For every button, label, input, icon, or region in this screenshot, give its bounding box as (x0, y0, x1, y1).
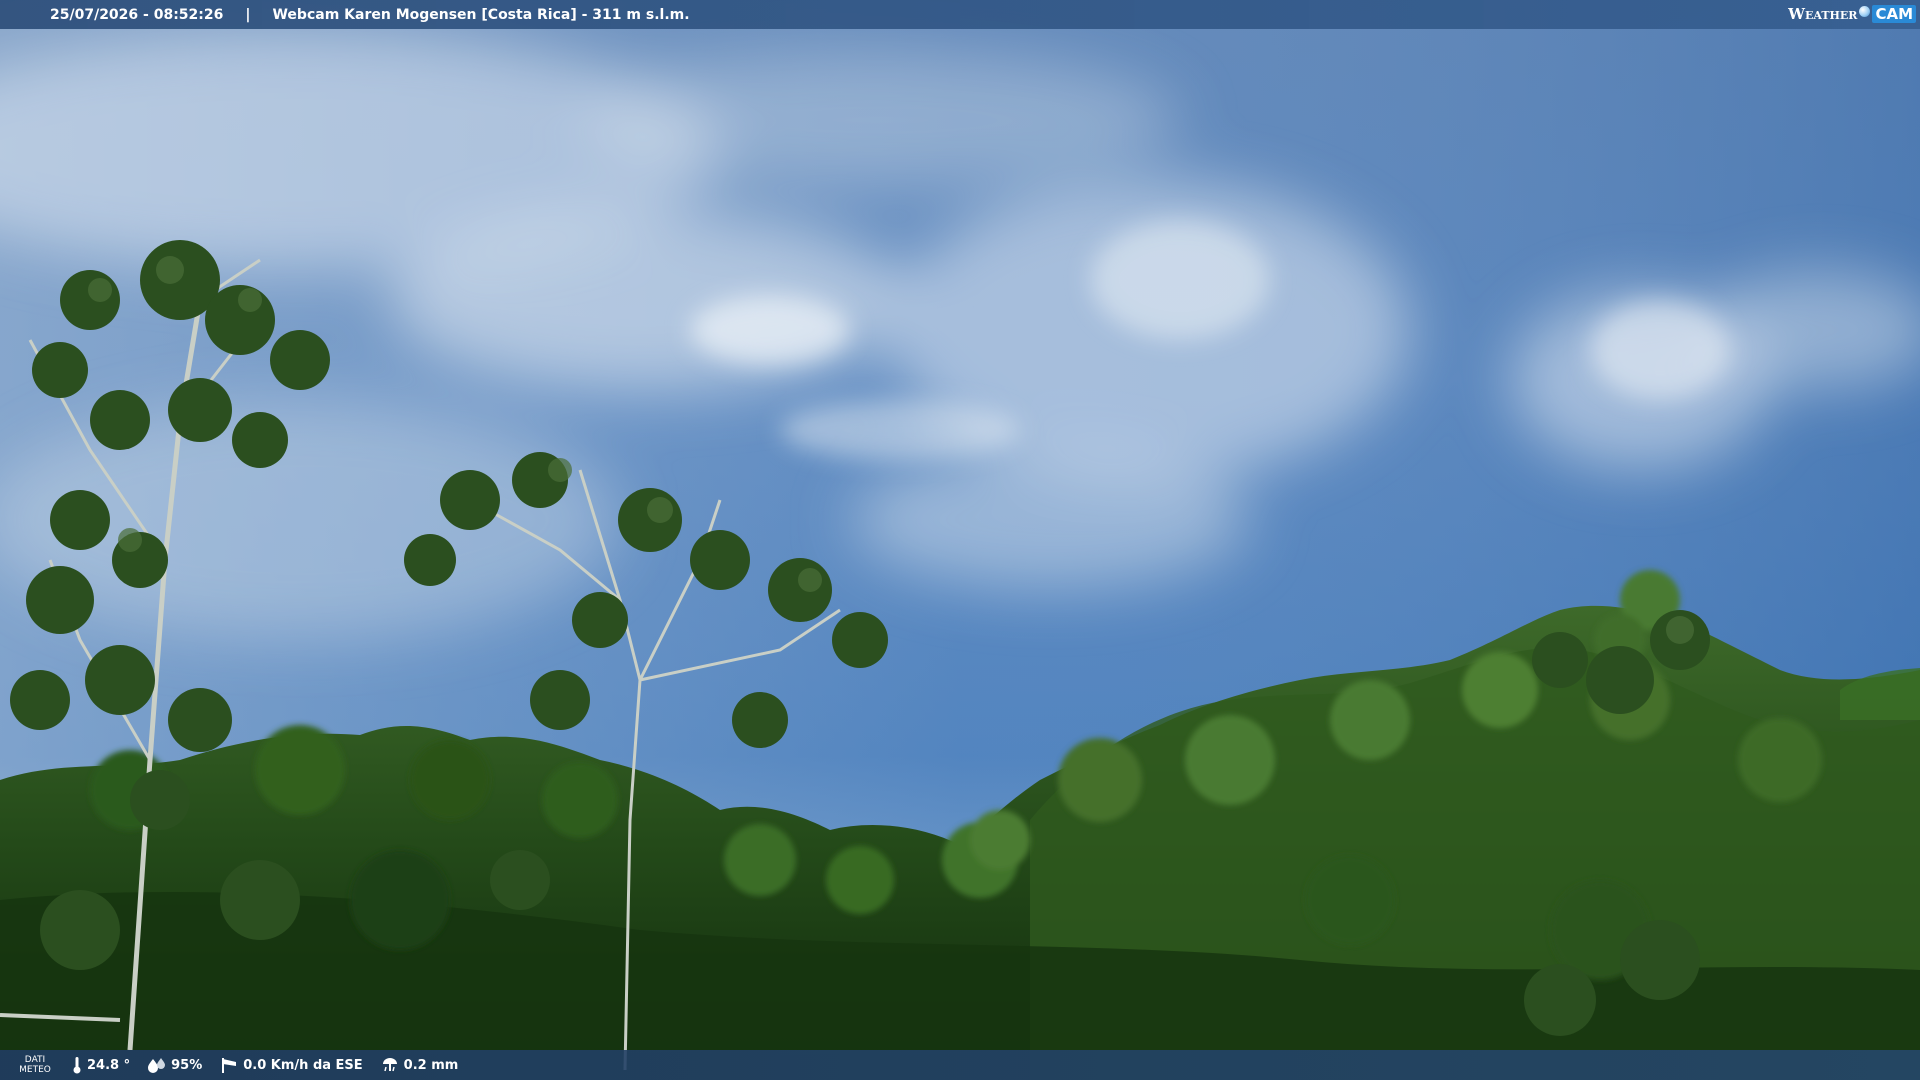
humidity-drop-icon (148, 1058, 166, 1073)
rain-gauge-icon (382, 1058, 397, 1072)
wind-sock-icon (222, 1058, 237, 1073)
thermometer-icon (73, 1057, 81, 1074)
rain-value: 0.2 mm (403, 1057, 459, 1073)
wind-value: 0.0 Km/h da ESE (243, 1057, 363, 1073)
dati-label: DATI (24, 1055, 46, 1065)
logo-ball-icon (1859, 5, 1871, 17)
temperature-reading: 24.8 ° (72, 1056, 130, 1074)
rain-reading: 0.2 mm (381, 1056, 459, 1074)
weather-data-bar: DATI METEO 24.8 ° 95% 0.0 Km/h da ESE 0.… (0, 1050, 1920, 1080)
weathercam-logo[interactable]: Weather CAM (1788, 3, 1916, 25)
humidity-value: 95% (171, 1057, 203, 1073)
logo-weather-text: Weather (1788, 5, 1858, 23)
temperature-value: 24.8 ° (87, 1057, 131, 1073)
webcam-scene (0, 0, 1920, 1080)
header-separator: | (245, 6, 251, 23)
webcam-title: Webcam Karen Mogensen [Costa Rica] - 311… (272, 6, 690, 23)
meteo-label: METEO (19, 1065, 51, 1075)
timestamp: 25/07/2026 - 08:52:26 (50, 6, 224, 23)
logo-cam-text: CAM (1872, 5, 1916, 23)
humidity-reading: 95% (148, 1057, 202, 1073)
header-bar: 25/07/2026 - 08:52:26 | Webcam Karen Mog… (0, 0, 1920, 29)
dati-meteo-label: DATI METEO (16, 1055, 54, 1075)
wind-reading: 0.0 Km/h da ESE (220, 1056, 363, 1074)
